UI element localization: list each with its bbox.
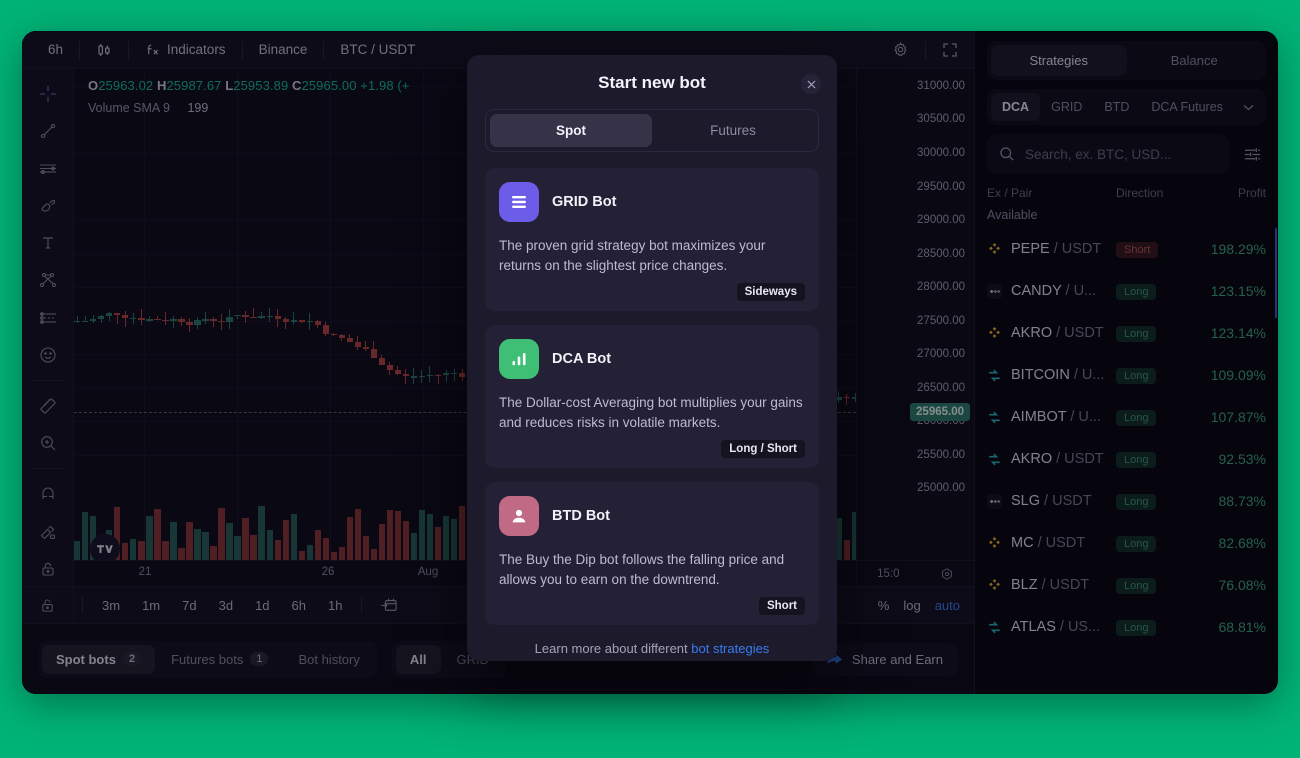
grid-bot-icon <box>499 182 539 222</box>
tab-spot[interactable]: Spot <box>490 114 652 147</box>
tab-futures[interactable]: Futures <box>652 114 814 147</box>
bot-tag: Sideways <box>736 283 805 302</box>
bot-cards: GRID Bot The proven grid strategy bot ma… <box>467 152 837 626</box>
bot-card-grid[interactable]: GRID Bot The proven grid strategy bot ma… <box>485 168 819 312</box>
btd-bot-icon <box>499 496 539 537</box>
modal-market-tabs: Spot Futures <box>485 109 819 152</box>
bot-tag: Short <box>758 597 805 616</box>
bot-tag: Long / Short <box>721 440 805 459</box>
modal-title: Start new bot <box>598 73 706 92</box>
bot-name: BTD Bot <box>552 508 610 525</box>
bot-name: DCA Bot <box>552 351 612 368</box>
bot-strategies-link[interactable]: bot strategies <box>691 641 769 656</box>
bot-description: The Buy the Dip bot follows the falling … <box>499 552 785 587</box>
bot-description: The Dollar-cost Averaging bot multiplies… <box>499 395 803 430</box>
bot-name: GRID Bot <box>552 194 617 210</box>
modal-header: Start new bot <box>467 55 837 105</box>
start-new-bot-modal: Start new bot Spot Futures GRID Bot The … <box>467 55 837 661</box>
learn-more-text: Learn more about different <box>534 641 692 657</box>
modal-footer: Learn more about different bot strategie… <box>467 625 837 676</box>
dca-bot-icon <box>499 339 539 380</box>
bot-card-btd[interactable]: BTD Bot The Buy the Dip bot follows the … <box>485 482 819 626</box>
close-icon[interactable] <box>801 74 821 94</box>
bot-description: The proven grid strategy bot maximizes y… <box>499 238 766 273</box>
bot-card-dca[interactable]: DCA Bot The Dollar-cost Averaging bot mu… <box>485 325 819 469</box>
